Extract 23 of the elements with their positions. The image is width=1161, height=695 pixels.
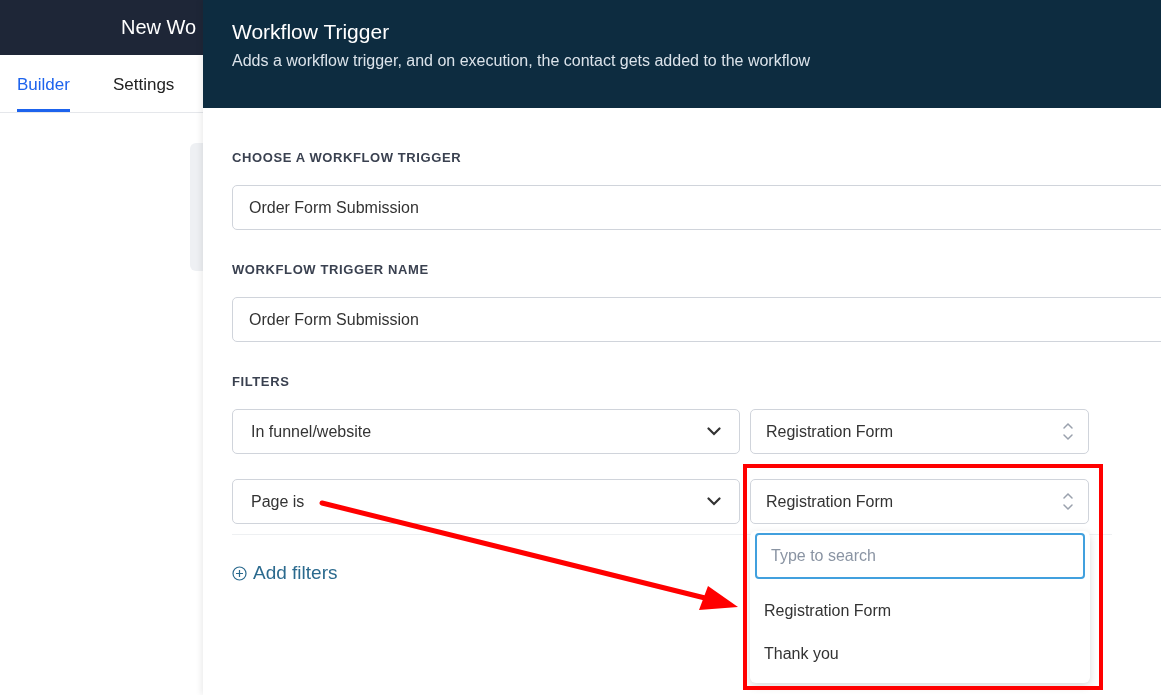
dropdown-option[interactable]: Registration Form — [755, 589, 1085, 632]
trigger-name-field[interactable]: Order Form Submission — [232, 297, 1161, 342]
field-label: CHOOSE A WORKFLOW TRIGGER — [232, 150, 463, 165]
app-title: New Wo — [121, 16, 197, 39]
drawer-subtitle: Adds a workflow trigger, and on execution, the contact gets added to the workflow — [232, 52, 812, 70]
filter-field-select[interactable]: Page is — [232, 479, 740, 524]
search-field[interactable]: Type to search — [755, 533, 1085, 579]
dropdown-option[interactable]: Thank you — [755, 632, 1085, 675]
tab[interactable]: Builder — [17, 55, 70, 112]
tab[interactable]: Settings — [112, 55, 175, 112]
chevron-down-icon — [707, 427, 721, 436]
add-filters-link[interactable]: Add filters — [232, 562, 338, 584]
trigger-select[interactable]: Order Form Submission — [232, 185, 1161, 230]
field-label: FILTERS — [232, 374, 291, 389]
plus-circle-icon — [232, 565, 247, 581]
sort-icon — [1062, 422, 1074, 441]
chevron-down-icon — [707, 497, 721, 506]
filter-value-select[interactable]: Registration Form — [750, 479, 1089, 524]
sort-icon — [1062, 492, 1074, 511]
field-label: WORKFLOW TRIGGER NAME — [232, 262, 430, 277]
filter-field-select[interactable]: In funnel/website — [232, 409, 740, 454]
drawer-title: Workflow Trigger — [232, 20, 391, 44]
filter-value-select[interactable]: Registration Form — [750, 409, 1089, 454]
